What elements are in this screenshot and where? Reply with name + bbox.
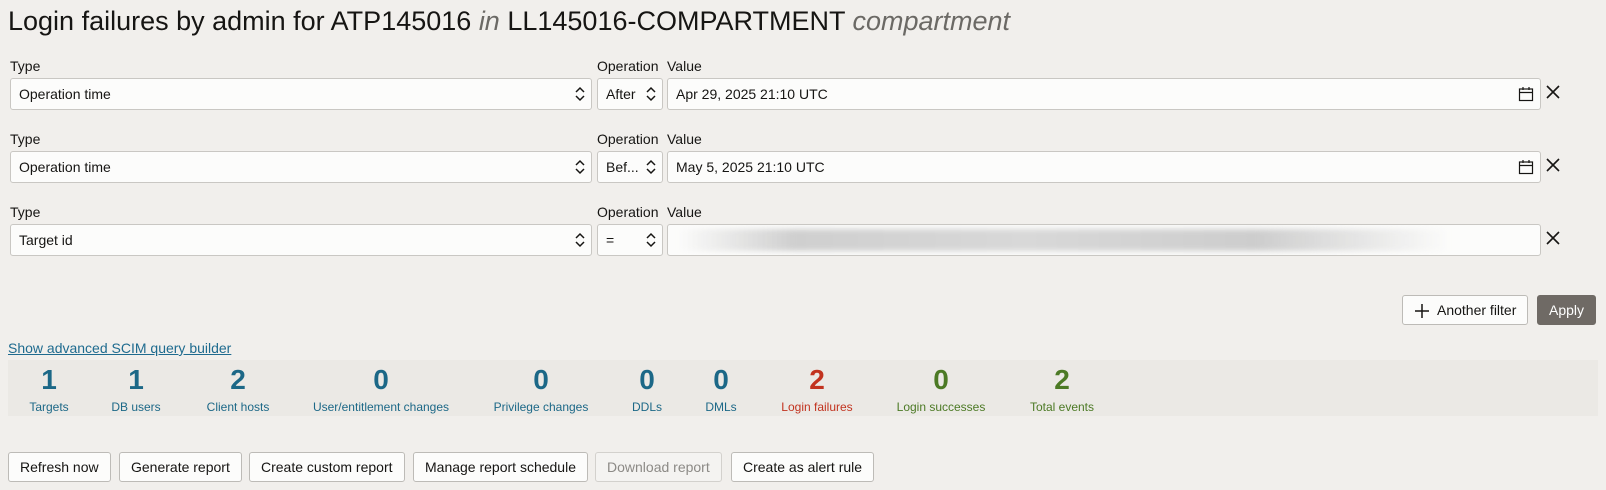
chevron-up-down-icon	[575, 159, 585, 175]
stat-value: 2	[230, 364, 246, 395]
value-input[interactable]	[667, 224, 1541, 256]
operation-label: Operation	[597, 131, 659, 147]
create-alert-rule-label: Create as alert rule	[743, 459, 863, 475]
title-suffix: compartment	[852, 6, 1011, 36]
chevron-up-down-icon	[646, 159, 656, 175]
value-label: Value	[667, 204, 702, 220]
stat-label: DMLs	[705, 400, 737, 414]
remove-filter-close-icon[interactable]	[1545, 84, 1561, 100]
stat-value: 0	[713, 364, 729, 395]
stat-label: User/entitlement changes	[312, 400, 450, 414]
type-select-value: Target id	[19, 232, 73, 248]
chevron-up-down-icon	[646, 86, 656, 102]
another-filter-label: Another filter	[1437, 302, 1517, 318]
value-input[interactable]: May 5, 2025 21:10 UTC	[667, 151, 1541, 183]
remove-filter-close-icon[interactable]	[1545, 157, 1561, 173]
stat-value: 0	[533, 364, 549, 395]
type-select-value: Operation time	[19, 159, 111, 175]
chevron-up-down-icon	[646, 232, 656, 248]
value-label: Value	[667, 131, 702, 147]
create-custom-report-label: Create custom report	[261, 459, 393, 475]
stat-targets[interactable]: 1 Targets	[29, 360, 68, 414]
stat-value: 1	[41, 364, 57, 395]
chevron-up-down-icon	[575, 232, 585, 248]
stat-label: Total events	[1029, 400, 1095, 414]
create-alert-rule-button[interactable]: Create as alert rule	[731, 452, 875, 482]
stat-dmls[interactable]: 0 DMLs	[705, 360, 736, 414]
create-custom-report-button[interactable]: Create custom report	[249, 452, 405, 482]
refresh-now-button[interactable]: Refresh now	[8, 452, 111, 482]
stat-value: 0	[933, 364, 949, 395]
title-compartment-name: LL145016-COMPARTMENT	[507, 6, 845, 36]
stat-value: 2	[1054, 364, 1070, 395]
operation-label: Operation	[597, 204, 659, 220]
type-select[interactable]: Operation time	[10, 78, 592, 110]
type-select[interactable]: Target id	[10, 224, 592, 256]
download-report-button[interactable]: Download report	[595, 452, 722, 482]
stat-label: DDLs	[631, 400, 663, 414]
stat-login-failures[interactable]: 2 Login failures	[781, 360, 852, 414]
calendar-icon[interactable]	[1518, 86, 1534, 102]
apply-button[interactable]: Apply	[1537, 295, 1597, 325]
stat-label: Login failures	[781, 400, 853, 414]
remove-filter-close-icon[interactable]	[1545, 230, 1561, 246]
manage-report-schedule-button[interactable]: Manage report schedule	[413, 452, 588, 482]
value-input-text: May 5, 2025 21:10 UTC	[676, 159, 825, 175]
type-label: Type	[10, 204, 41, 220]
page-title: Login failures by admin for ATP145016 in…	[8, 4, 1010, 38]
stat-privilege-changes[interactable]: 0 Privilege changes	[494, 360, 589, 414]
type-label: Type	[10, 131, 41, 147]
stat-label: Privilege changes	[493, 400, 589, 414]
plus-icon	[1415, 304, 1429, 318]
generate-report-label: Generate report	[131, 459, 230, 475]
generate-report-button[interactable]: Generate report	[119, 452, 242, 482]
apply-label: Apply	[1549, 302, 1585, 318]
summary-stats: 1 Targets 1 DB users 2 Client hosts 0 Us…	[8, 360, 1598, 416]
stat-label: Targets	[29, 400, 69, 414]
filter-row: Type Operation Value Target id =	[10, 204, 1606, 274]
value-input[interactable]: Apr 29, 2025 21:10 UTC	[667, 78, 1541, 110]
type-select[interactable]: Operation time	[10, 151, 592, 183]
operation-label: Operation	[597, 58, 659, 74]
operation-select[interactable]: =	[597, 224, 663, 256]
stat-value: 2	[809, 364, 825, 395]
stat-user-entitlement-changes[interactable]: 0 User/entitlement changes	[313, 360, 449, 414]
operation-select-value: After	[606, 86, 636, 102]
chevron-up-down-icon	[575, 86, 585, 102]
operation-select-value: =	[606, 232, 615, 248]
operation-select[interactable]: After	[597, 78, 663, 110]
stat-value: 0	[373, 364, 389, 395]
redacted-value-blur	[678, 229, 1450, 251]
title-in-word: in	[478, 6, 500, 36]
calendar-icon[interactable]	[1518, 159, 1534, 175]
manage-report-schedule-label: Manage report schedule	[425, 459, 576, 475]
filter-row: Type Operation Value Operation time Bef.…	[10, 131, 1606, 201]
stat-value: 1	[128, 364, 144, 395]
download-report-label: Download report	[607, 459, 710, 475]
refresh-now-label: Refresh now	[20, 459, 99, 475]
type-label: Type	[10, 58, 41, 74]
value-input-text: Apr 29, 2025 21:10 UTC	[676, 86, 828, 102]
stat-label: DB users	[111, 400, 161, 414]
value-label: Value	[667, 58, 702, 74]
type-select-value: Operation time	[19, 86, 111, 102]
stat-label: Client hosts	[206, 400, 270, 414]
another-filter-button[interactable]: Another filter	[1402, 295, 1529, 325]
operation-select-value: Bef...	[606, 159, 639, 175]
stat-ddls[interactable]: 0 DDLs	[632, 360, 662, 414]
stat-db-users[interactable]: 1 DB users	[111, 360, 160, 414]
stat-client-hosts[interactable]: 2 Client hosts	[207, 360, 270, 414]
advanced-scim-query-link[interactable]: Show advanced SCIM query builder	[8, 340, 231, 356]
stat-label: Login successes	[896, 400, 986, 414]
stat-value: 0	[639, 364, 655, 395]
stat-total-events[interactable]: 2 Total events	[1030, 360, 1094, 414]
filter-row: Type Operation Value Operation time Afte…	[10, 58, 1606, 128]
stat-login-successes[interactable]: 0 Login successes	[897, 360, 986, 414]
title-prefix: Login failures by admin for ATP145016	[8, 6, 472, 36]
operation-select[interactable]: Bef...	[597, 151, 663, 183]
